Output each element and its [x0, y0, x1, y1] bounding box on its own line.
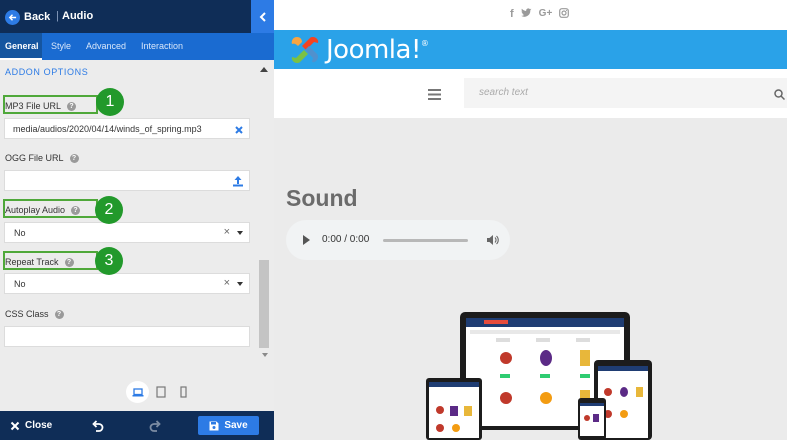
settings-tabs: General Style Advanced Interaction [0, 33, 274, 60]
logo-text: Joomla!® [326, 35, 429, 65]
panel-bottombar: Close Save [0, 411, 274, 440]
search-icon[interactable] [774, 87, 786, 105]
mp3-url-value: media/audios/2020/04/14/winds_of_spring.… [13, 124, 202, 134]
redo-button[interactable] [149, 419, 161, 437]
desktop-view-button[interactable] [126, 381, 149, 403]
section-title: ADDON OPTIONS [5, 67, 89, 77]
back-button[interactable]: Back [5, 8, 50, 26]
close-label: Close [25, 420, 53, 431]
repeat-track-value: No [14, 279, 26, 289]
audio-addon-title: Sound [286, 185, 358, 211]
hamburger-menu-icon[interactable] [428, 87, 441, 105]
ogg-url-field[interactable] [4, 170, 250, 191]
tab-style[interactable]: Style [51, 33, 71, 60]
device-switcher [126, 381, 195, 403]
audio-player: 0:00 / 0:00 [286, 220, 510, 260]
search-placeholder: search text [479, 87, 528, 98]
mp3-url-field[interactable]: media/audios/2020/04/14/winds_of_spring.… [4, 118, 250, 139]
save-label: Save [224, 420, 248, 431]
page-preview: f G+ Joomla!® search text Sound 0:00 / 0… [274, 0, 787, 440]
collapse-panel-button[interactable] [251, 0, 274, 33]
mobile-icon [180, 386, 187, 398]
search-input[interactable]: search text [464, 78, 787, 108]
back-label: Back [24, 11, 51, 23]
volume-icon[interactable] [486, 233, 499, 251]
callout-highlight-1 [3, 95, 98, 114]
callout-badge-1: 1 [96, 88, 124, 116]
undo-icon [92, 420, 104, 432]
tab-general[interactable]: General [0, 33, 42, 60]
panel-title: Audio [62, 10, 94, 22]
ogg-url-label-text: OGG File URL [5, 153, 64, 163]
autoplay-select[interactable]: No × [4, 222, 250, 243]
addon-settings-panel: Back | Audio General Style Advanced Inte… [0, 0, 274, 440]
facebook-icon[interactable]: f [510, 8, 514, 21]
chevron-down-icon[interactable] [237, 231, 243, 235]
ogg-url-label: OGG File URL ? [5, 153, 79, 163]
caret-up-icon[interactable] [260, 66, 268, 72]
tab-interaction[interactable]: Interaction [141, 33, 183, 60]
repeat-track-select[interactable]: No × [4, 273, 250, 294]
help-icon[interactable]: ? [69, 153, 79, 163]
play-icon[interactable] [303, 235, 310, 245]
close-icon [10, 421, 20, 430]
registered-mark: ® [420, 39, 429, 48]
player-progress-bar[interactable] [383, 239, 468, 242]
floppy-icon [209, 421, 219, 430]
laptop-icon [132, 387, 143, 396]
joomla-logo[interactable]: Joomla!® [288, 33, 429, 67]
redo-icon [149, 420, 161, 432]
google-plus-icon[interactable]: G+ [539, 8, 553, 21]
callout-highlight-3 [3, 251, 98, 270]
chevron-down-icon[interactable] [237, 282, 243, 286]
autoplay-value: No [14, 228, 26, 238]
site-header: Joomla!® [274, 30, 787, 69]
devices-showcase-image [426, 312, 652, 440]
chevron-left-icon [259, 11, 266, 22]
tablet-icon [155, 386, 166, 398]
scroll-down-arrow[interactable] [262, 353, 268, 357]
panel-topbar: Back | Audio [0, 0, 274, 33]
save-button[interactable]: Save [198, 416, 259, 435]
css-class-label-text: CSS Class [5, 309, 49, 319]
logo-wordmark: Joomla! [326, 35, 421, 65]
callout-highlight-2 [3, 199, 98, 218]
callout-badge-2: 2 [95, 196, 123, 224]
social-icons: f G+ [510, 8, 570, 21]
joomla-mark-icon [291, 37, 319, 63]
addon-options-header[interactable]: ADDON OPTIONS [0, 60, 260, 84]
tab-advanced[interactable]: Advanced [86, 33, 126, 60]
twitter-icon[interactable] [520, 8, 532, 21]
player-time: 0:00 / 0:00 [322, 234, 370, 245]
upload-icon[interactable] [232, 174, 244, 192]
tablet-view-button[interactable] [149, 381, 172, 403]
social-bar: f G+ [274, 0, 787, 30]
back-arrow-icon [5, 9, 20, 25]
nav-bar: search text [274, 69, 787, 118]
clear-icon[interactable] [234, 122, 244, 140]
mobile-view-button[interactable] [172, 381, 195, 403]
instagram-icon[interactable] [559, 8, 570, 21]
app-window: Back | Audio General Style Advanced Inte… [0, 0, 787, 440]
undo-button[interactable] [92, 419, 104, 437]
title-separator: | [56, 10, 59, 22]
help-icon[interactable]: ? [54, 309, 64, 319]
scrollbar-thumb[interactable] [259, 260, 269, 348]
callout-badge-3: 3 [95, 247, 123, 275]
css-class-label: CSS Class ? [5, 309, 64, 319]
clear-selection-icon[interactable]: × [224, 277, 230, 289]
close-button[interactable]: Close [10, 420, 52, 431]
clear-selection-icon[interactable]: × [224, 226, 230, 238]
css-class-field[interactable] [4, 326, 250, 347]
